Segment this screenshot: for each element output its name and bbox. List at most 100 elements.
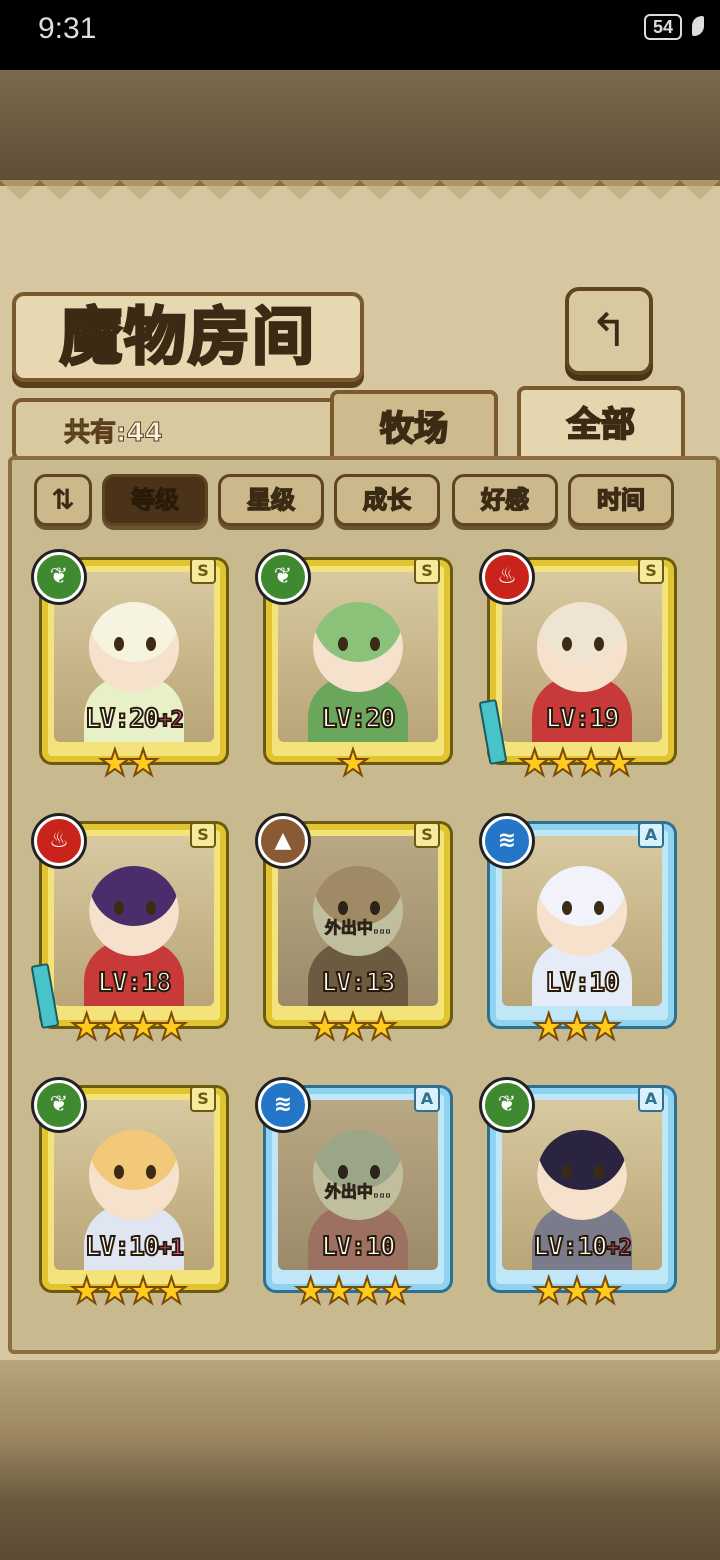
star-icon: ★ [532,1271,566,1313]
back-arrow-icon: ↰ [589,303,629,357]
level-value: LV:20 [320,703,396,735]
star-icon: ★ [98,1007,132,1049]
grass-element-icon: ❦ [34,1080,84,1130]
rank-badge: S [190,1086,216,1112]
monster-card[interactable]: ♨ S LV:19 ★★★★ [478,552,674,785]
star-icon: ★ [126,743,160,785]
rank-badge: A [414,1086,440,1112]
level-label: LV:20 [278,703,438,735]
star-icon: ★ [546,743,580,785]
tab-ranch[interactable]: 牧场 [330,390,498,462]
map-background-bottom [0,1360,720,1560]
star-icon: ★ [574,743,608,785]
level-value: LV:10 [320,1231,396,1263]
level-value: LV:10 [532,1231,608,1263]
star-rating: ★★★ [482,1007,668,1049]
star-rating: ★★ [34,743,220,785]
star-icon: ★ [602,743,636,785]
monster-card[interactable]: 外出中... ▲ S LV:13 ★★★ [258,816,450,1049]
rank-badge: S [190,558,216,584]
grass-element-icon: ❦ [34,552,84,602]
star-icon: ★ [350,1271,384,1313]
battery-icon: 54 [644,14,682,40]
monster-card[interactable]: ❦ S LV:20+2 ★★ [34,552,226,785]
panel-zigzag-border [0,180,720,220]
star-icon: ★ [588,1271,622,1313]
fire-element-icon: ♨ [34,816,84,866]
star-icon: ★ [293,1271,327,1313]
star-icon: ★ [517,743,551,785]
water-element-icon: ≋ [482,816,532,866]
star-icon: ★ [154,1271,188,1313]
monster-card[interactable]: ♨ S LV:18 ★★★★ [30,816,226,1049]
star-rating: ★★★★ [34,1271,220,1313]
monster-card[interactable]: ≋ A LV:10 ★★★ [482,816,674,1049]
sort-affection-button[interactable]: 好感 [452,474,558,526]
star-icon: ★ [154,1007,188,1049]
sort-stars-button[interactable]: 星级 [218,474,324,526]
monster-card[interactable]: ❦ S LV:20 ★ [258,552,450,785]
level-value: LV:10 [84,1231,160,1263]
level-bonus: +2 [157,707,184,734]
level-value: LV:18 [96,967,172,999]
water-element-icon: ≋ [258,1080,308,1130]
star-icon: ★ [98,743,132,785]
sort-order-toggle-button[interactable]: ⇅ [34,474,92,526]
star-icon: ★ [126,1271,160,1313]
status-time: 9:31 [38,12,97,45]
page-title: 魔物房间 [58,299,316,375]
grass-element-icon: ❦ [482,1080,532,1130]
level-bonus: +1 [157,1235,184,1262]
star-icon: ★ [308,1007,342,1049]
sort-growth-button[interactable]: 成长 [334,474,440,526]
star-rating: ★★★★ [258,1271,444,1313]
away-status: 外出中... [324,918,392,938]
earth-element-icon: ▲ [258,816,308,866]
star-icon: ★ [588,1007,622,1049]
star-icon: ★ [532,1007,566,1049]
star-rating: ★ [258,743,444,785]
monster-card[interactable]: ❦ A LV:10+2 ★★★ [482,1080,674,1313]
star-rating: ★★★ [482,1271,668,1313]
level-label: LV:18 [54,967,214,999]
fire-element-icon: ♨ [482,552,532,602]
star-icon: ★ [336,1007,370,1049]
charging-leaf-icon [692,16,704,36]
rank-badge: S [190,822,216,848]
star-icon: ★ [69,1007,103,1049]
monster-card[interactable]: ❦ S LV:10+1 ★★★★ [34,1080,226,1313]
star-icon: ★ [364,1007,398,1049]
star-icon: ★ [322,1271,356,1313]
star-rating: ★★★★ [482,743,668,785]
sort-level-button[interactable]: 等级 [102,474,208,526]
level-value: LV:10 [544,967,620,999]
away-status: 外出中... [324,1182,392,1202]
star-icon: ★ [126,1007,160,1049]
star-icon: ★ [69,1271,103,1313]
rank-badge: S [414,822,440,848]
level-label: LV:10 [278,1231,438,1263]
level-value: LV:13 [320,967,396,999]
star-icon: ★ [378,1271,412,1313]
level-label: LV:10 [502,967,662,999]
tab-all[interactable]: 全部 [517,386,685,464]
rank-badge: S [414,558,440,584]
rank-badge: S [638,558,664,584]
map-background-top [0,70,720,180]
level-label: LV:20+2 [54,703,214,735]
level-value: LV:19 [544,703,620,735]
monster-count: 共有:44 [64,418,164,449]
sort-time-button[interactable]: 时间 [568,474,674,526]
level-value: LV:20 [84,703,160,735]
level-bonus: +2 [605,1235,632,1262]
monster-card[interactable]: 外出中... ≋ A LV:10 ★★★★ [258,1080,450,1313]
back-button[interactable]: ↰ [565,287,653,375]
star-icon: ★ [560,1007,594,1049]
monster-count-bar: 共有:44 [12,398,350,462]
star-rating: ★★★ [258,1007,444,1049]
star-rating: ★★★★ [34,1007,220,1049]
level-label: LV:10+2 [502,1231,662,1263]
level-label: LV:19 [502,703,662,735]
title-plate: 魔物房间 [12,292,364,382]
rank-badge: A [638,822,664,848]
